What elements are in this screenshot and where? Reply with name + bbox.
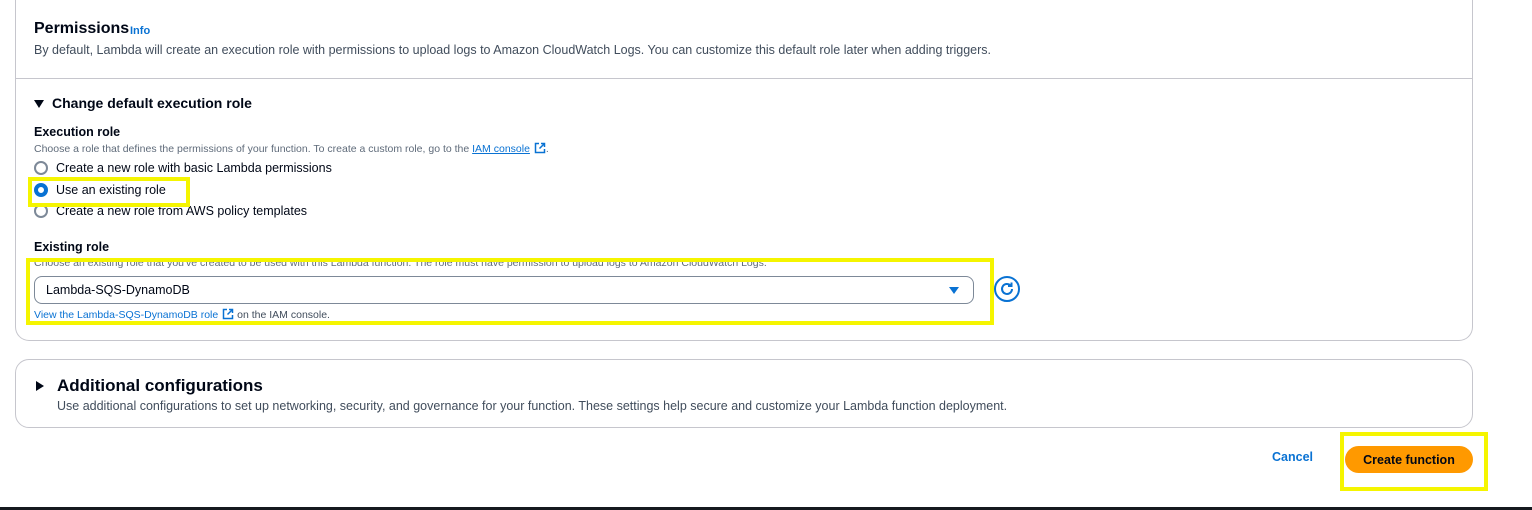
- existing-role-description: Choose an existing role that you've crea…: [34, 257, 767, 269]
- caret-right-icon: [36, 381, 44, 391]
- radio-label: Create a new role from AWS policy templa…: [56, 204, 308, 218]
- radio-use-existing-role[interactable]: Use an existing role: [34, 183, 166, 197]
- existing-role-value: Lambda-SQS-DynamoDB: [46, 283, 190, 297]
- description-suffix: .: [545, 143, 549, 155]
- dropdown-caret-icon: [949, 287, 959, 294]
- view-role-row: View the Lambda-SQS-DynamoDB role on the…: [34, 308, 330, 321]
- permissions-description: By default, Lambda will create an execut…: [34, 43, 992, 57]
- radio-button[interactable]: [34, 161, 48, 175]
- iam-console-link[interactable]: IAM console: [472, 143, 530, 155]
- info-link[interactable]: Info: [130, 25, 150, 37]
- radio-label: Use an existing role: [56, 183, 166, 197]
- divider: [15, 78, 1473, 79]
- view-role-link[interactable]: View the Lambda-SQS-DynamoDB role: [34, 309, 218, 321]
- additional-configurations-toggle[interactable]: Additional configurations: [36, 376, 263, 396]
- additional-configurations-title: Additional configurations: [57, 376, 263, 395]
- external-link-icon: [534, 142, 546, 154]
- create-function-button[interactable]: Create function: [1345, 446, 1473, 473]
- radio-create-from-templates[interactable]: Create a new role from AWS policy templa…: [34, 204, 307, 218]
- execution-role-description-text: Choose a role that defines the permissio…: [34, 143, 470, 155]
- toggle-label: Change default execution role: [52, 95, 252, 111]
- refresh-icon: [1001, 282, 1013, 295]
- existing-role-label: Existing role: [34, 240, 110, 254]
- cancel-button[interactable]: Cancel: [1272, 450, 1313, 464]
- radio-create-basic-role[interactable]: Create a new role with basic Lambda perm…: [34, 161, 332, 175]
- additional-configurations-description: Use additional configurations to set up …: [57, 399, 1008, 413]
- radio-label: Create a new role with basic Lambda perm…: [56, 161, 332, 175]
- view-role-suffix: on the IAM console.: [237, 309, 330, 321]
- radio-button-checked[interactable]: [34, 183, 48, 197]
- external-link-icon: [222, 308, 234, 320]
- existing-role-select[interactable]: Lambda-SQS-DynamoDB: [34, 276, 974, 304]
- refresh-button[interactable]: [994, 276, 1020, 302]
- execution-role-description: Choose a role that defines the permissio…: [34, 142, 549, 155]
- execution-role-label: Execution role: [34, 125, 121, 139]
- change-execution-role-toggle[interactable]: Change default execution role: [34, 95, 252, 111]
- caret-down-icon: [34, 99, 44, 108]
- permissions-title: Permissions: [34, 20, 130, 37]
- radio-button[interactable]: [34, 204, 48, 218]
